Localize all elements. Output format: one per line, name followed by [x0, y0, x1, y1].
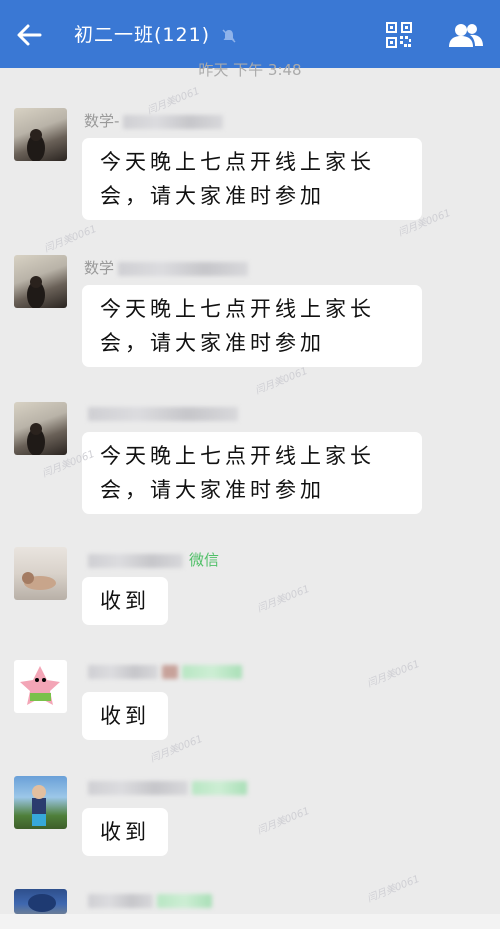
group-members-icon[interactable]	[448, 22, 484, 48]
message-bubble[interactable]: 收到	[82, 577, 168, 625]
message-bubble[interactable]: 今天晚上七点开线上家长会，请大家准时参加	[82, 285, 422, 367]
message-bubble[interactable]: 收到	[82, 808, 168, 856]
avatar[interactable]	[14, 402, 67, 455]
message-timestamp: 昨天 下午 3:48	[198, 61, 302, 79]
watermark-text: 闫月美0061	[365, 873, 422, 905]
chat-header: 初二一班(121)	[0, 0, 500, 68]
watermark-text: 闫月美0061	[253, 365, 310, 397]
sender-name	[84, 662, 264, 682]
sender-name	[84, 778, 264, 798]
watermark-text: 闫月美0061	[42, 223, 99, 255]
sender-name: 数学-	[84, 110, 264, 130]
avatar[interactable]	[14, 108, 67, 161]
watermark-text: 闫月美0061	[255, 583, 312, 615]
message-bubble[interactable]: 收到	[82, 692, 168, 740]
message-bubble[interactable]: 今天晚上七点开线上家长会，请大家准时参加	[82, 138, 422, 220]
mute-bell-icon	[222, 29, 236, 43]
avatar[interactable]	[14, 547, 67, 600]
watermark-text: 闫月美0061	[255, 805, 312, 837]
sender-name: 微信	[84, 549, 264, 569]
avatar[interactable]	[14, 660, 67, 713]
avatar[interactable]	[14, 889, 67, 914]
back-arrow-icon[interactable]	[14, 20, 44, 50]
message-bubble[interactable]: 今天晚上七点开线上家长会，请大家准时参加	[82, 432, 422, 514]
sender-name: 数学	[84, 257, 264, 277]
avatar[interactable]	[14, 776, 67, 829]
watermark-text: 闫月美0061	[365, 658, 422, 690]
sender-name	[84, 404, 264, 424]
chat-title: 初二一班(121)	[74, 24, 211, 46]
sender-name	[84, 891, 264, 911]
bottom-strip	[0, 914, 500, 929]
avatar[interactable]	[14, 255, 67, 308]
qr-code-icon[interactable]	[386, 22, 412, 48]
